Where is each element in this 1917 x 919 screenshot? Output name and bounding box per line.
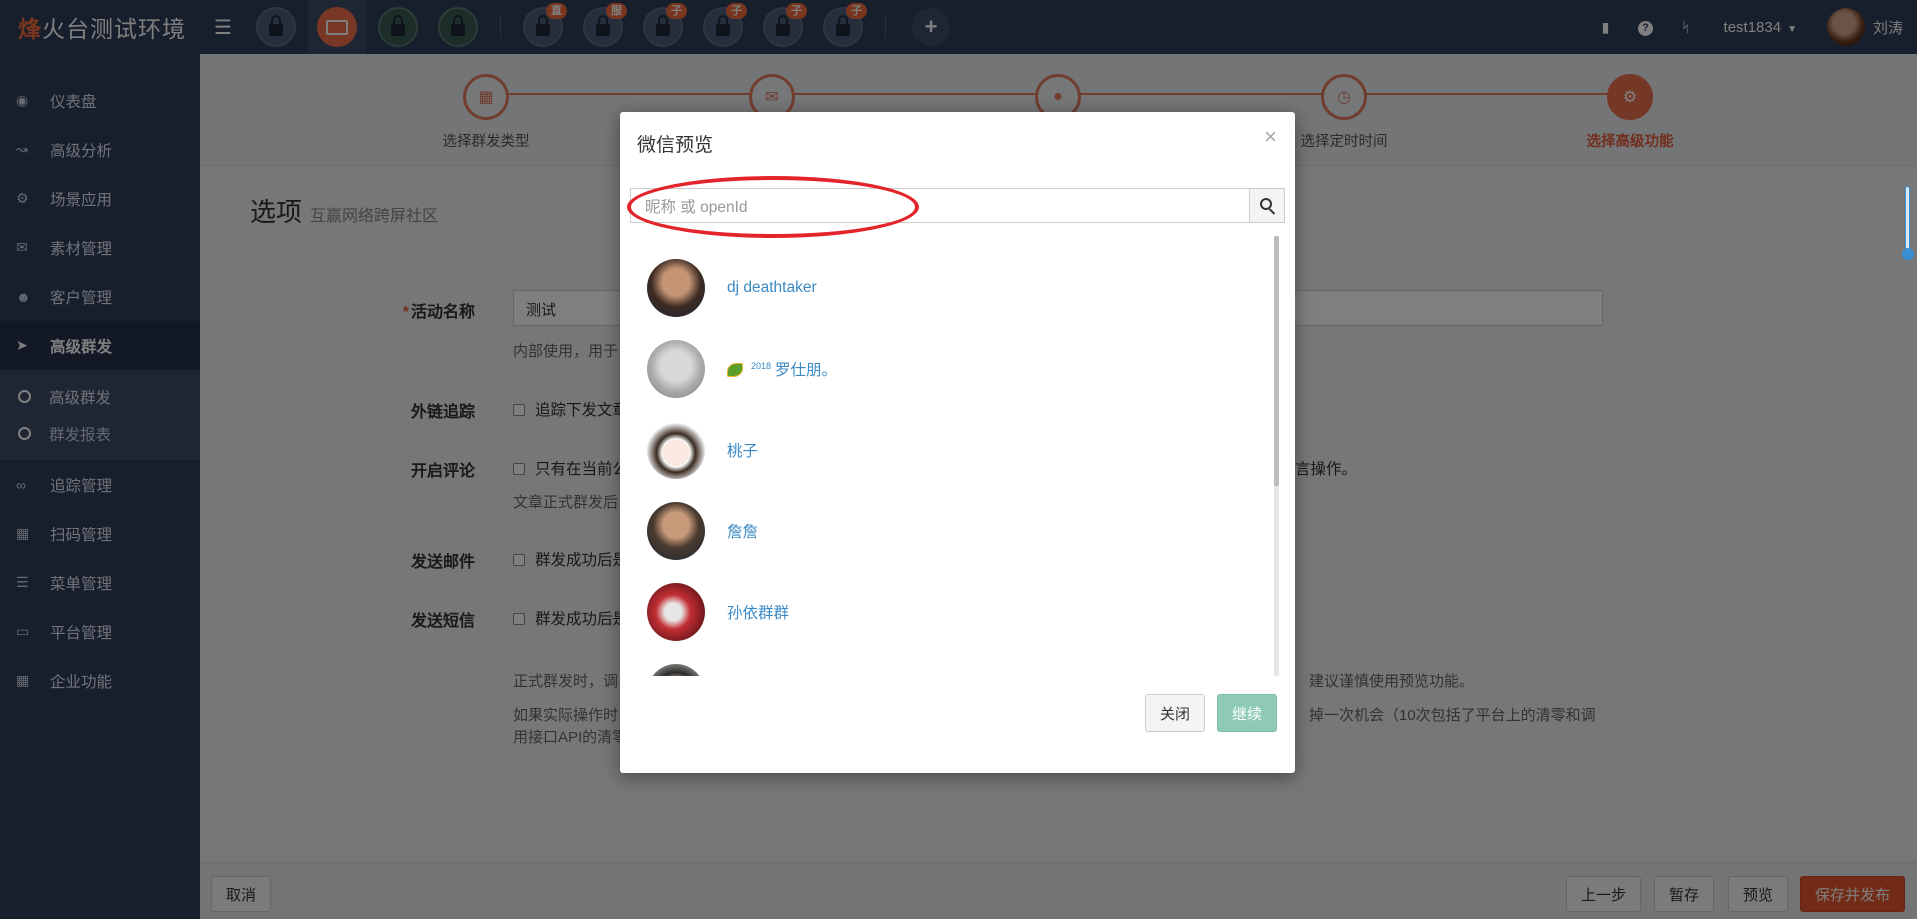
list-item[interactable]: 桃子 bbox=[647, 420, 758, 480]
user-name: dj deathtaker bbox=[727, 279, 817, 296]
list-item[interactable]: 孙依群群 bbox=[647, 582, 789, 642]
close-icon[interactable]: × bbox=[1264, 124, 1277, 150]
close-button[interactable]: 关闭 bbox=[1145, 694, 1206, 732]
list-item[interactable]: 肖声 bbox=[647, 663, 758, 676]
list-item[interactable]: 詹詹 bbox=[647, 501, 758, 561]
user-name-wrap: 2018 罗仕朋。 bbox=[727, 358, 837, 380]
modal-footer: 关闭 继续 bbox=[620, 676, 1295, 773]
user-list: dj deathtaker 2018罗仕朋。 桃子 詹詹 孙依群群 肖声 bbox=[620, 232, 1285, 676]
modal-title: 微信预览 bbox=[637, 135, 714, 156]
list-item[interactable]: dj deathtaker bbox=[647, 258, 817, 318]
continue-button[interactable]: 继续 bbox=[1217, 694, 1278, 732]
avatar bbox=[647, 259, 705, 317]
leaf-emoji-icon bbox=[727, 363, 743, 377]
user-name: 孙依群群 bbox=[727, 605, 790, 622]
avatar bbox=[647, 583, 705, 641]
wechat-preview-modal: 微信预览 × 昵称 或 openId dj deathtaker 2018 罗仕朋… bbox=[620, 112, 1295, 773]
scrollbar-thumb[interactable] bbox=[1274, 236, 1279, 486]
search-button[interactable] bbox=[1249, 188, 1285, 223]
avatar bbox=[647, 340, 705, 398]
avatar bbox=[647, 664, 705, 676]
list-item[interactable]: 2018 罗仕朋。 bbox=[647, 339, 837, 399]
search-icon bbox=[1259, 198, 1272, 210]
list-scrollbar[interactable] bbox=[1274, 236, 1279, 676]
user-name: 罗仕朋。 bbox=[775, 362, 838, 379]
user-name: 桃子 bbox=[727, 443, 759, 460]
user-name-superscript: 2018 bbox=[751, 360, 772, 371]
thermometer-widget[interactable] bbox=[1902, 186, 1914, 266]
highlight-annotation bbox=[627, 176, 919, 238]
user-name: 詹詹 bbox=[727, 524, 759, 541]
avatar bbox=[647, 502, 705, 560]
avatar bbox=[647, 421, 705, 479]
